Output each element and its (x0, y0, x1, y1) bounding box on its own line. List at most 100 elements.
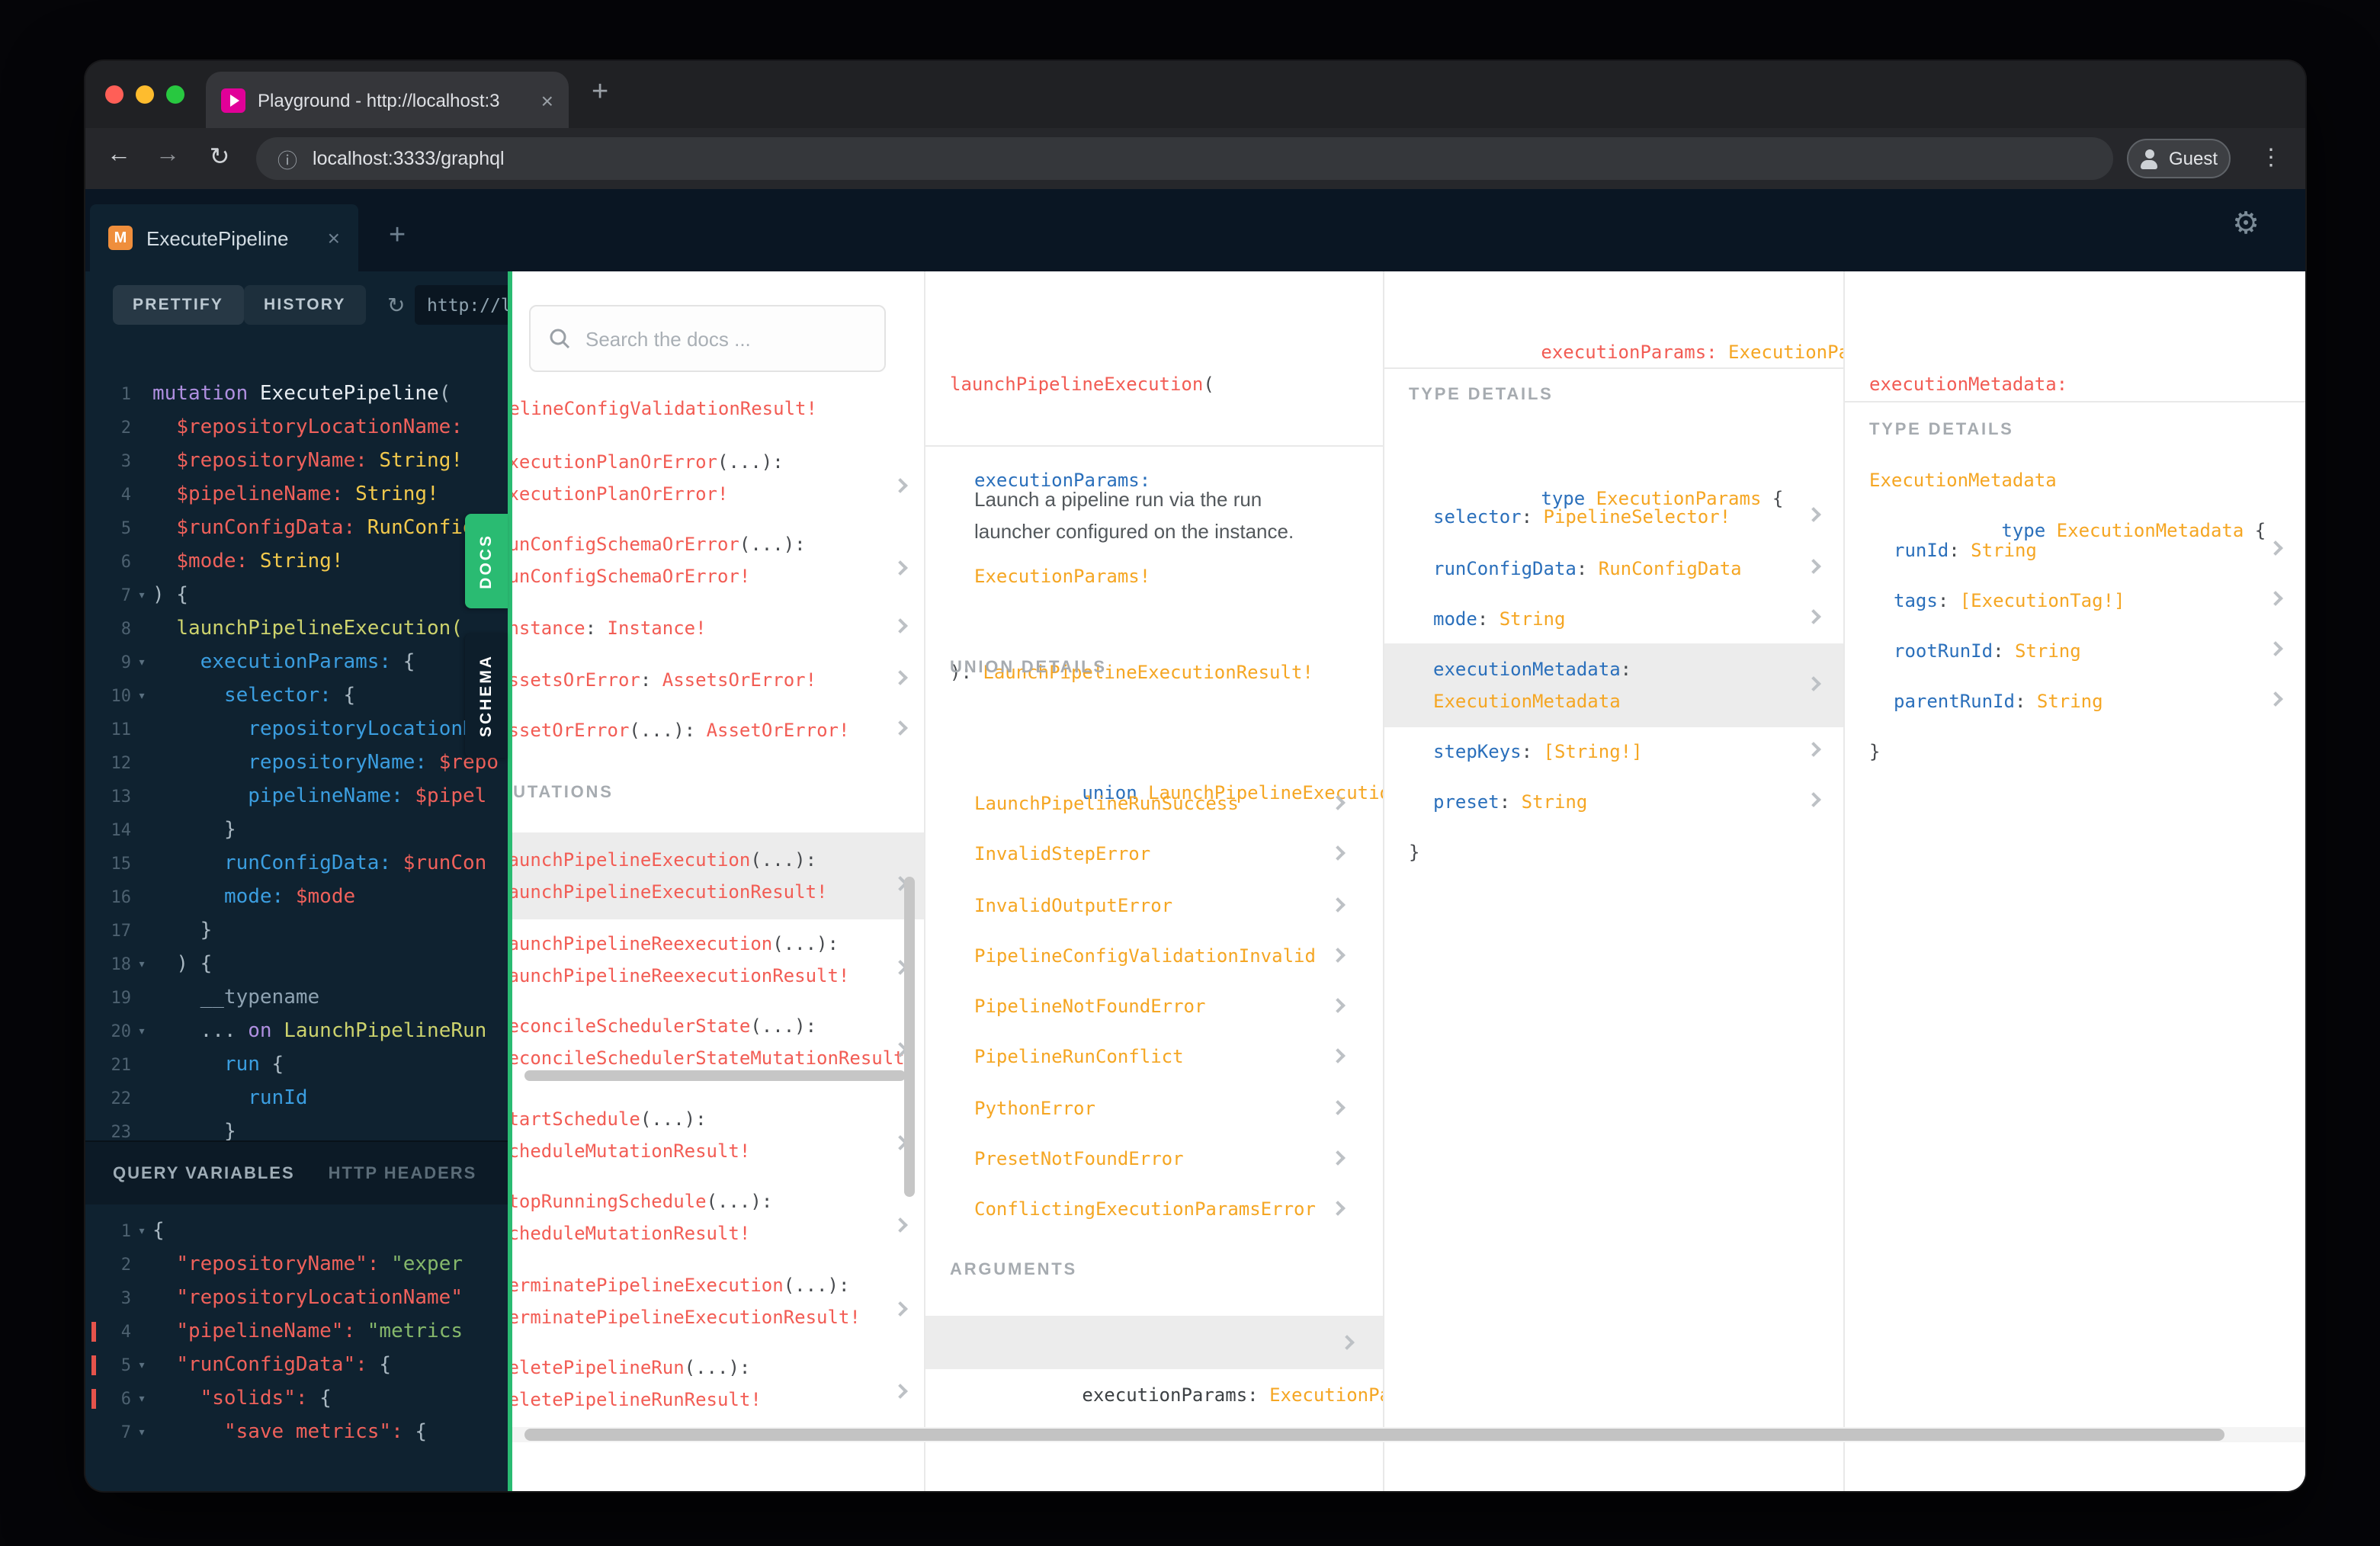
docs-panel-resize-handle[interactable] (508, 271, 512, 1491)
union-member-PipelineNotFoundError[interactable]: PipelineNotFoundError (974, 991, 1383, 1042)
code-line-21[interactable]: 21 run { (91, 1049, 508, 1083)
union-member-PipelineConfigValidationInvalid[interactable]: PipelineConfigValidationInvalid (974, 941, 1383, 992)
browser-tab[interactable]: Playground - http://localhost:3 × (206, 72, 569, 128)
fold-marker-icon[interactable]: ▾ (131, 579, 152, 613)
endpoint-input[interactable]: http://loc (415, 285, 508, 325)
doc-item-executionPlanOrError[interactable]: executionPlanOrError(...): ExecutionPlan… (512, 447, 912, 511)
docs-search-input[interactable] (585, 327, 845, 350)
code-line-8[interactable]: 8 launchPipelineExecution( (91, 613, 508, 646)
field-row-runConfigData[interactable]: runConfigData: RunConfigData (1433, 553, 1804, 585)
code-line-22[interactable]: 22 runId (91, 1083, 508, 1116)
code-line-2[interactable]: 2 "repositoryName": "exper (91, 1249, 508, 1282)
fold-marker-icon[interactable]: ▾ (131, 1416, 152, 1450)
code-line-7[interactable]: 7 ▾ "save metrics": { (91, 1416, 508, 1450)
doc-item-partial[interactable]: PipelineConfigValidationResult! (512, 393, 890, 425)
doc-item-launchPipelineExecution[interactable]: launchPipelineExecution(...): LaunchPipe… (512, 832, 924, 919)
prettify-button[interactable]: PRETTIFY (113, 285, 244, 325)
code-line-2[interactable]: 2 $repositoryLocationName: (91, 412, 508, 445)
history-button[interactable]: HISTORY (244, 285, 366, 325)
tab-close-icon[interactable]: × (541, 88, 553, 112)
minimize-window-button[interactable] (136, 85, 154, 104)
code-line-14[interactable]: 14 } (91, 814, 508, 848)
field-row-selector[interactable]: selector: PipelineSelector! (1433, 502, 1804, 534)
horizontal-scrollbar-thumb[interactable] (524, 1070, 906, 1081)
reload-icon[interactable]: ↻ (201, 142, 238, 172)
doc-item-runConfigSchemaOrError[interactable]: runConfigSchemaOrError(...): RunConfigSc… (512, 529, 912, 593)
field-row-executionMetadata[interactable]: executionMetadata: ExecutionMetadata (1384, 643, 1843, 727)
fold-marker-icon[interactable]: ▾ (131, 948, 152, 982)
code-line-10[interactable]: 10 ▾ selector: { (91, 680, 508, 714)
doc-item-reconcileSchedulerState[interactable]: reconcileSchedulerState(...): ReconcileS… (512, 1011, 916, 1075)
doc-item-startSchedule[interactable]: startSchedule(...): ScheduleMutationResu… (512, 1104, 912, 1168)
doc-item-deletePipelineRun[interactable]: deletePipelineRun(...): DeletePipelineRu… (512, 1352, 912, 1416)
docs-horizontal-scrollbar[interactable] (512, 1427, 2305, 1442)
fold-marker-icon[interactable]: ▾ (131, 1349, 152, 1383)
zoom-window-button[interactable] (166, 85, 184, 104)
union-member-InvalidStepError[interactable]: InvalidStepError (974, 839, 1383, 890)
fold-marker-icon[interactable]: ▾ (131, 1383, 152, 1416)
code-line-15[interactable]: 15 runConfigData: $runCon (91, 848, 508, 881)
code-line-18[interactable]: 18 ▾ ) { (91, 948, 508, 982)
settings-gear-icon[interactable]: ⚙ (2232, 209, 2260, 239)
union-member-InvalidOutputError[interactable]: InvalidOutputError (974, 890, 1383, 941)
scrollbar-thumb[interactable] (524, 1429, 2224, 1441)
field-row-runId[interactable]: runId: String (1894, 535, 2266, 567)
browser-menu-icon[interactable]: ⋮ (2260, 143, 2282, 171)
field-row-preset[interactable]: preset: String (1433, 787, 1804, 819)
code-line-1[interactable]: 1 mutation ExecutePipeline( (91, 378, 508, 412)
tab-query-variables[interactable]: QUERY VARIABLES (113, 1164, 295, 1182)
union-member-PresetNotFoundError[interactable]: PresetNotFoundError (974, 1143, 1383, 1195)
doc-item-assetOrError[interactable]: assetOrError(...): AssetOrError! (512, 715, 912, 747)
fold-marker-icon[interactable]: ▾ (131, 646, 152, 680)
query-editor-lines[interactable]: 1 mutation ExecutePipeline(2 $repositoryL… (91, 378, 508, 1150)
fold-marker-icon[interactable]: ▾ (131, 1215, 152, 1249)
union-member-LaunchPipelineRunSuccess[interactable]: LaunchPipelineRunSuccess (974, 788, 1383, 839)
tab-schema[interactable]: SCHEMA (465, 633, 508, 758)
profile-button[interactable]: Guest (2127, 139, 2231, 178)
field-row-parentRunId[interactable]: parentRunId: String (1894, 686, 2266, 718)
docs-search-box[interactable] (529, 305, 886, 372)
code-line-19[interactable]: 19 __typename (91, 982, 508, 1015)
code-line-13[interactable]: 13 pipelineName: $pipel (91, 781, 508, 814)
field-row-mode[interactable]: mode: String (1433, 604, 1804, 636)
code-line-12[interactable]: 12 repositoryName: $repo (91, 747, 508, 781)
field-row-stepKeys[interactable]: stepKeys: [String!] (1433, 736, 1804, 768)
union-member-PipelineRunConflict[interactable]: PipelineRunConflict (974, 1042, 1383, 1093)
tab-docs[interactable]: DOCS (465, 514, 508, 608)
close-window-button[interactable] (105, 85, 123, 104)
new-tab-button[interactable]: + (592, 76, 608, 110)
fold-marker-icon[interactable]: ▾ (131, 1015, 152, 1049)
argument-row-executionparams[interactable]: executionParams: ExecutionParams! (925, 1316, 1383, 1406)
doc-item-launchPipelineReexecution[interactable]: launchPipelineReexecution(...): LaunchPi… (512, 929, 912, 993)
vertical-scrollbar-thumb[interactable] (904, 877, 915, 1197)
back-icon[interactable]: ← (101, 142, 137, 169)
tab-http-headers[interactable]: HTTP HEADERS (329, 1164, 477, 1182)
code-line-4[interactable]: 4 "pipelineName": "metrics (91, 1316, 508, 1349)
code-line-1[interactable]: 1 ▾{ (91, 1215, 508, 1249)
code-line-3[interactable]: 3 "repositoryLocationName" (91, 1282, 508, 1316)
code-line-5[interactable]: 5 $runConfigData: RunConfigData (91, 512, 508, 546)
doc-item-assetsOrError[interactable]: assetsOrError: AssetsOrError! (512, 665, 912, 697)
forward-icon[interactable]: → (149, 142, 186, 169)
field-row-rootRunId[interactable]: rootRunId: String (1894, 636, 2266, 668)
union-member-PythonError[interactable]: PythonError (974, 1093, 1383, 1144)
code-line-20[interactable]: 20 ▾ ... on LaunchPipelineRun (91, 1015, 508, 1049)
code-line-6[interactable]: 6 ▾ "solids": { (91, 1383, 508, 1416)
code-line-9[interactable]: 9 ▾ executionParams: { (91, 646, 508, 680)
fold-marker-icon[interactable]: ▾ (131, 680, 152, 714)
field-row-tags[interactable]: tags: [ExecutionTag!] (1894, 585, 2266, 617)
address-bar[interactable]: ⓘ localhost:3333/graphql (256, 137, 2113, 180)
doc-item-terminatePipelineExecution[interactable]: terminatePipelineExecution(...): Termina… (512, 1270, 912, 1334)
union-member-ConflictingExecutionParamsError[interactable]: ConflictingExecutionParamsError (974, 1195, 1383, 1246)
code-line-6[interactable]: 6 $mode: String! (91, 546, 508, 579)
code-line-3[interactable]: 3 $repositoryName: String! (91, 445, 508, 479)
code-line-7[interactable]: 7 ▾) { (91, 579, 508, 613)
query-variables-editor[interactable]: 1 ▾{2 "repositoryName": "exper 3 "reposito… (91, 1215, 508, 1450)
code-line-17[interactable]: 17 } (91, 915, 508, 948)
doc-item-instance[interactable]: instance: Instance! (512, 613, 912, 645)
code-line-16[interactable]: 16 mode: $mode (91, 881, 508, 915)
code-line-5[interactable]: 5 ▾ "runConfigData": { (91, 1349, 508, 1383)
doc-item-stopRunningSchedule[interactable]: stopRunningSchedule(...): ScheduleMutati… (512, 1186, 912, 1250)
site-info-icon[interactable]: ⓘ (277, 144, 297, 173)
code-line-11[interactable]: 11 repositoryLocationNam (91, 714, 508, 747)
